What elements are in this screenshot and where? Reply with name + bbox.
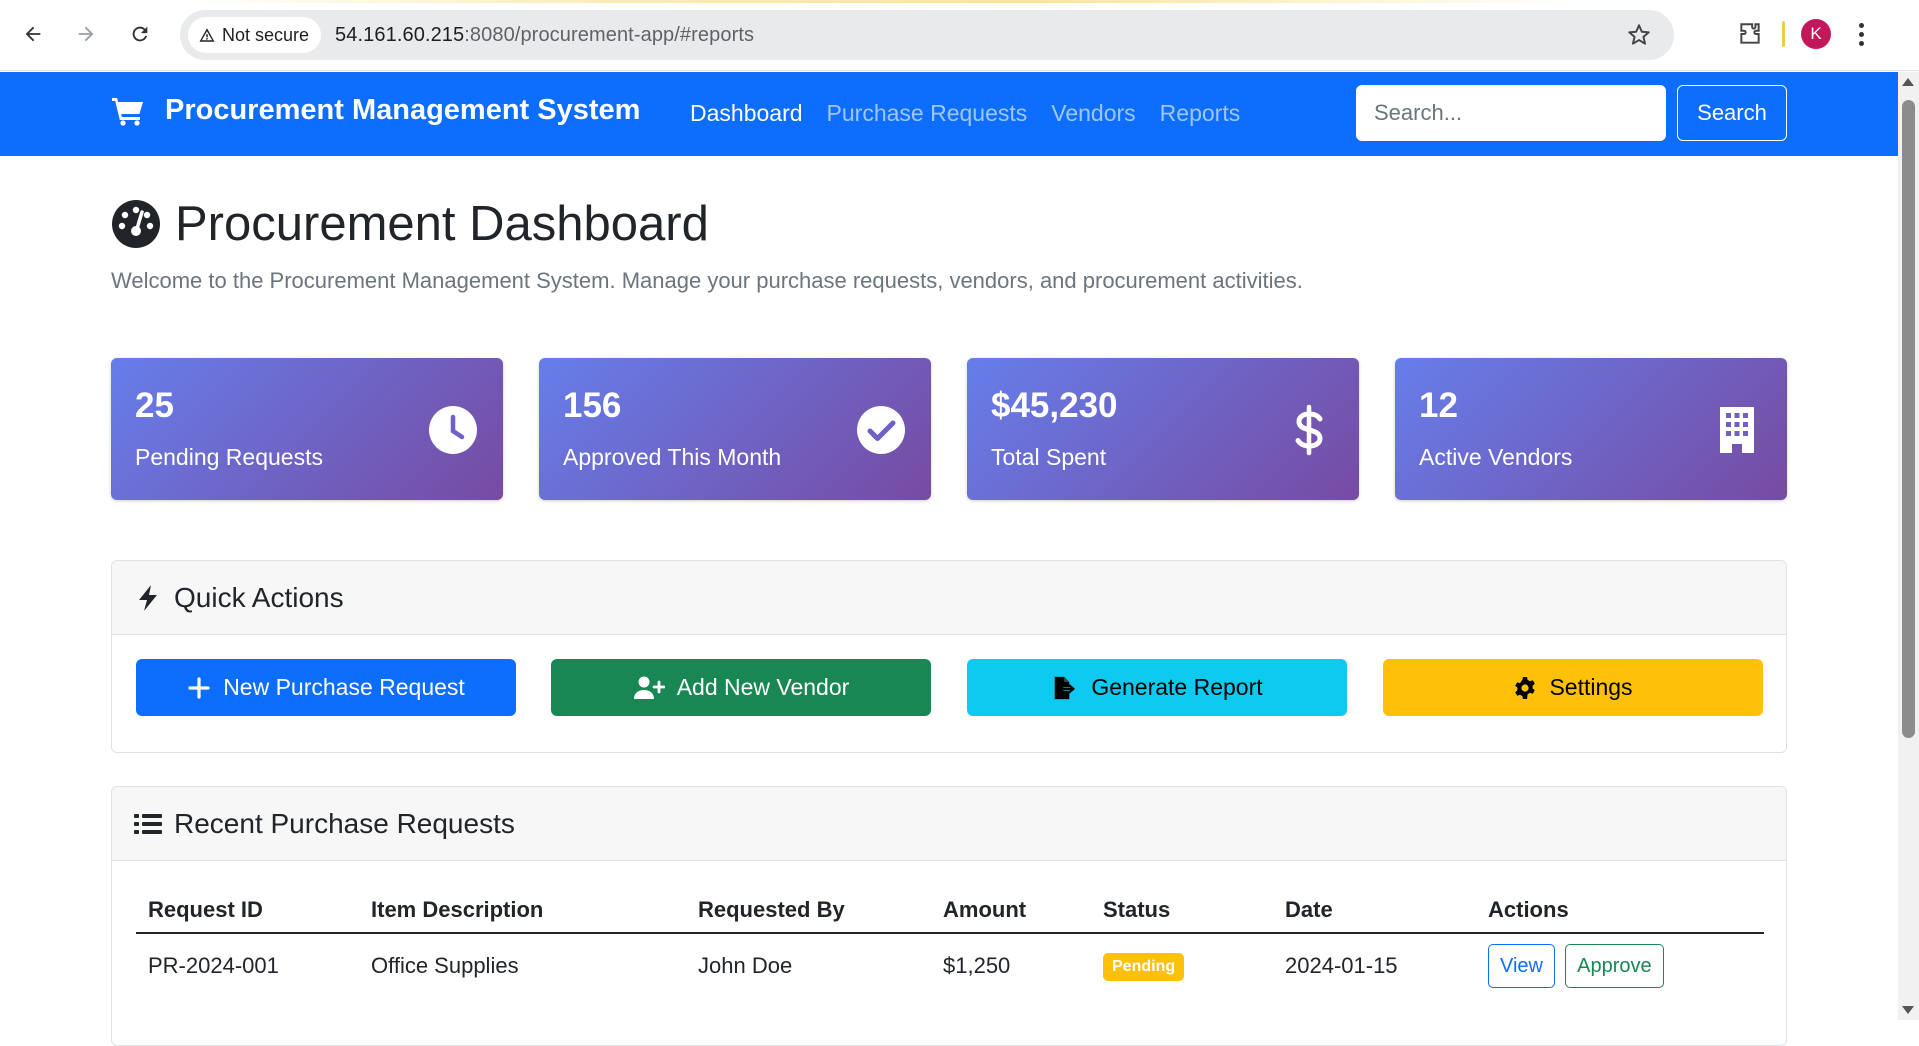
stat-label: Total Spent	[991, 444, 1107, 470]
page-subtitle: Welcome to the Procurement Management Sy…	[111, 268, 1303, 293]
toolbar-separator	[1782, 21, 1785, 47]
check-circle-icon	[857, 406, 905, 454]
column-header[interactable]: Amount	[931, 887, 1091, 934]
profile-avatar[interactable]: K	[1801, 19, 1831, 49]
button-label: New Purchase Request	[223, 674, 465, 700]
browser-toolbar: Not secure 54.161.60.215:8080/procuremen…	[0, 0, 1919, 71]
column-header: Actions	[1476, 887, 1764, 934]
page-title: Procurement Dashboard	[111, 196, 709, 252]
stat-card-total-spent: $45,230 Total Spent	[967, 358, 1359, 500]
list-icon	[134, 813, 162, 834]
quick-actions-header: Quick Actions	[112, 561, 1786, 635]
recent-requests-header: Recent Purchase Requests	[112, 787, 1786, 861]
shopping-cart-icon	[112, 97, 143, 126]
quick-actions-card: Quick Actions New Purchase Request Add N…	[111, 560, 1787, 753]
approve-button[interactable]: Approve	[1565, 943, 1664, 988]
column-header[interactable]: Request ID	[136, 887, 359, 934]
requests-table: Request ID Item Description Requested By…	[136, 887, 1764, 997]
view-button[interactable]: View	[1488, 943, 1555, 988]
amount-cell: $1,250	[943, 952, 1011, 978]
stat-card-pending: 25 Pending Requests	[111, 358, 503, 500]
stat-card-vendors: 12 Active Vendors	[1395, 358, 1787, 500]
browser-menu-icon[interactable]	[1849, 16, 1873, 52]
dollar-icon	[1295, 404, 1323, 456]
url-text[interactable]: 54.161.60.215:8080/procurement-app/#repo…	[335, 24, 754, 47]
nav-links: Dashboard Purchase Requests Vendors Repo…	[690, 100, 1240, 127]
security-chip[interactable]: Not secure	[188, 17, 322, 53]
stats-row: 25 Pending Requests 156 Approved This Mo…	[111, 358, 1787, 500]
page-scrollbar[interactable]	[1898, 72, 1919, 1020]
status-badge: Pending	[1103, 952, 1185, 981]
scrollbar-thumb[interactable]	[1902, 100, 1915, 738]
user-plus-icon	[633, 676, 665, 699]
file-export-icon	[1055, 676, 1076, 699]
date-cell: 2024-01-15	[1285, 952, 1398, 978]
clock-icon	[429, 406, 477, 454]
table-header-row: Request ID Item Description Requested By…	[136, 887, 1764, 934]
recent-requests-card: Recent Purchase Requests Request ID Item…	[111, 786, 1787, 1046]
add-new-vendor-button[interactable]: Add New Vendor	[551, 659, 931, 716]
nav-link-reports[interactable]: Reports	[1160, 100, 1241, 127]
nav-link-vendors[interactable]: Vendors	[1051, 100, 1135, 127]
generate-report-button[interactable]: Generate Report	[967, 659, 1347, 716]
stat-value: 12	[1419, 386, 1458, 425]
stat-label: Active Vendors	[1419, 444, 1573, 470]
extensions-button[interactable]	[1732, 16, 1768, 52]
back-button[interactable]	[15, 16, 51, 52]
warning-triangle-icon	[199, 28, 215, 42]
column-header[interactable]: Status	[1091, 887, 1273, 934]
app-navbar: Procurement Management System Dashboard …	[0, 72, 1898, 156]
reload-button[interactable]	[122, 16, 158, 52]
bookmark-star-icon[interactable]	[1626, 22, 1652, 48]
search-input[interactable]	[1356, 85, 1666, 141]
gear-icon	[1515, 676, 1536, 699]
url-host: 54.161.60.215	[335, 23, 465, 46]
request-id-cell: PR-2024-001	[148, 952, 279, 978]
stat-value: $45,230	[991, 386, 1118, 425]
security-label: Not secure	[222, 24, 310, 45]
loading-accent	[180, 0, 1580, 3]
stat-label: Approved This Month	[563, 444, 782, 470]
quick-actions-title: Quick Actions	[174, 581, 344, 613]
reload-icon	[132, 26, 148, 42]
scroll-up-arrow-icon[interactable]	[1902, 78, 1914, 86]
requested-by-cell: John Doe	[698, 952, 793, 978]
stat-card-approved: 156 Approved This Month	[539, 358, 931, 500]
settings-button[interactable]: Settings	[1383, 659, 1763, 716]
tachometer-icon	[112, 200, 160, 248]
column-header[interactable]: Requested By	[686, 887, 931, 934]
button-label: Settings	[1549, 674, 1633, 700]
brand-link[interactable]: Procurement Management System	[111, 94, 640, 127]
search-button[interactable]: Search	[1677, 85, 1787, 141]
plus-icon	[188, 676, 210, 699]
stat-value: 25	[135, 386, 174, 425]
stat-value: 156	[563, 386, 622, 425]
actions-cell: View Approve	[1476, 933, 1764, 997]
nav-link-dashboard[interactable]: Dashboard	[690, 100, 803, 127]
recent-requests-title: Recent Purchase Requests	[174, 807, 515, 839]
table-row: PR-2024-001 Office Supplies John Doe $1,…	[136, 933, 1764, 997]
forward-button[interactable]	[68, 16, 104, 52]
url-path: :8080/procurement-app/#reports	[464, 23, 755, 46]
column-header[interactable]: Item Description	[359, 887, 686, 934]
column-header[interactable]: Date	[1273, 887, 1476, 934]
status-cell: Pending	[1091, 933, 1273, 997]
building-icon	[1720, 407, 1754, 453]
button-label: Generate Report	[1091, 674, 1263, 700]
scroll-down-arrow-icon[interactable]	[1902, 1006, 1914, 1014]
new-purchase-request-button[interactable]: New Purchase Request	[136, 659, 516, 716]
back-arrow-icon	[25, 26, 41, 42]
page-title-text: Procurement Dashboard	[175, 197, 709, 251]
brand-title: Procurement Management System	[165, 94, 641, 126]
stat-label: Pending Requests	[135, 444, 323, 470]
item-description-cell: Office Supplies	[371, 952, 519, 978]
forward-arrow-icon	[78, 26, 94, 42]
puzzle-icon	[1740, 23, 1760, 44]
lightning-bolt-icon	[139, 584, 157, 611]
nav-link-purchase-requests[interactable]: Purchase Requests	[827, 100, 1028, 127]
button-label: Add New Vendor	[676, 674, 850, 700]
address-bar[interactable]: Not secure 54.161.60.215:8080/procuremen…	[180, 10, 1674, 60]
